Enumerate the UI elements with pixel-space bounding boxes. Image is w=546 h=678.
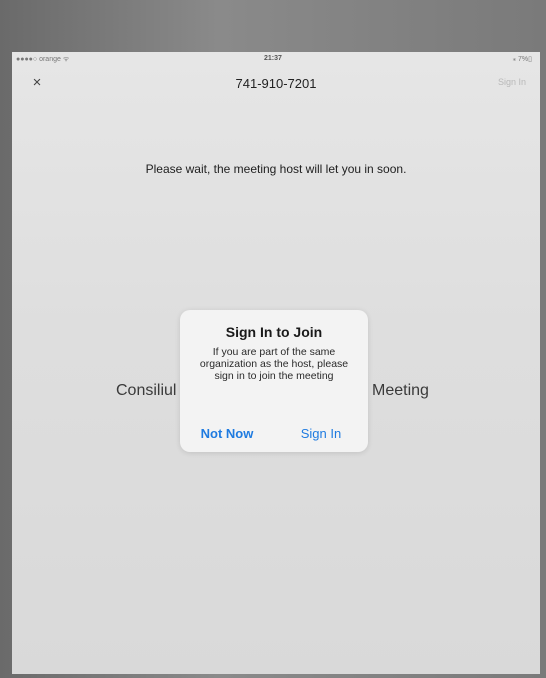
- alert-title: Sign In to Join: [225, 324, 323, 340]
- alert-message: If you are part of the same organization…: [199, 346, 349, 382]
- sign-in-button[interactable]: Sign In: [274, 426, 368, 441]
- dialog-overlay: Sign In to Join If you are part of the s…: [12, 52, 540, 674]
- alert-button-row: Not Now Sign In: [180, 418, 368, 452]
- not-now-button[interactable]: Not Now: [180, 426, 274, 441]
- device-screen: ●●●●○ orange ᯤ 21:37 ⁎ 7%▯ × 741-910-720…: [12, 52, 540, 674]
- sign-in-alert-dialog: Sign In to Join If you are part of the s…: [180, 310, 368, 452]
